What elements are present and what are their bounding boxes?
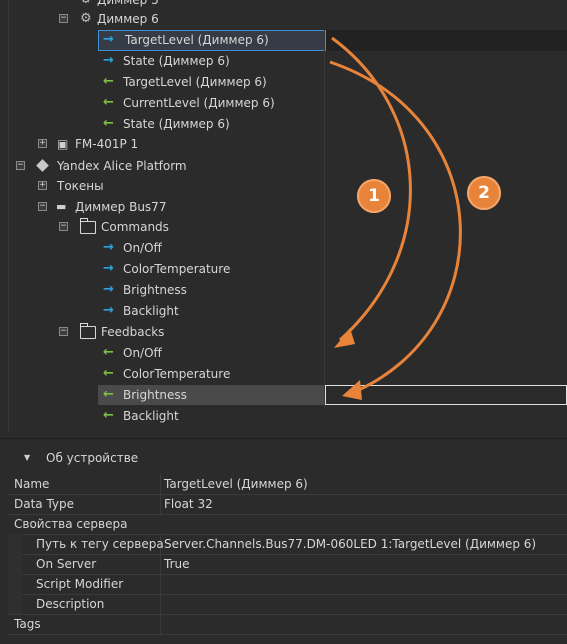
properties-panel: ▼ Об устройстве Name TargetLevel (Диммер… bbox=[0, 438, 567, 644]
properties-title: Об устройстве bbox=[46, 451, 139, 465]
chevron-down-icon[interactable]: ▼ bbox=[24, 446, 30, 470]
properties-header[interactable]: ▼ Об устройстве bbox=[0, 446, 567, 470]
property-row-tags[interactable]: Tags bbox=[8, 614, 567, 635]
property-key: Data Type bbox=[14, 497, 75, 511]
property-row-name[interactable]: Name TargetLevel (Диммер 6) bbox=[8, 474, 567, 495]
step-badge-1: 1 bbox=[357, 179, 391, 213]
step-badge-2: 2 bbox=[467, 176, 501, 210]
property-value[interactable]: Server.Channels.Bus77.DM-060LED 1:Target… bbox=[164, 534, 536, 554]
property-group-server[interactable]: Свойства сервера bbox=[8, 514, 567, 535]
property-value[interactable]: Float 32 bbox=[164, 494, 213, 514]
device-tree: ⚙ Диммер 5 − ⚙ Диммер 6 → TargetLevel (Д… bbox=[0, 0, 567, 432]
property-value[interactable]: True bbox=[164, 554, 190, 574]
property-key: Description bbox=[36, 597, 105, 611]
property-row-server-tag-path[interactable]: Путь к тегу сервера Server.Channels.Bus7… bbox=[8, 534, 567, 555]
property-key: Tags bbox=[14, 617, 41, 631]
property-row-description[interactable]: Description bbox=[8, 594, 567, 615]
property-group-label: Свойства сервера bbox=[14, 517, 128, 531]
property-key: Script Modifier bbox=[36, 577, 124, 591]
property-key: On Server bbox=[36, 557, 97, 571]
annotation-arrowhead-1 bbox=[334, 328, 355, 348]
property-key: Путь к тегу сервера bbox=[36, 537, 164, 551]
property-key: Name bbox=[14, 477, 50, 491]
property-row-script-modifier[interactable]: Script Modifier bbox=[8, 574, 567, 595]
property-row-datatype[interactable]: Data Type Float 32 bbox=[8, 494, 567, 515]
drag-annotation-arrows bbox=[329, 36, 462, 400]
property-row-on-server[interactable]: On Server True bbox=[8, 554, 567, 575]
property-value[interactable]: TargetLevel (Диммер 6) bbox=[164, 474, 308, 494]
annotation-arrowhead-2 bbox=[342, 380, 362, 400]
